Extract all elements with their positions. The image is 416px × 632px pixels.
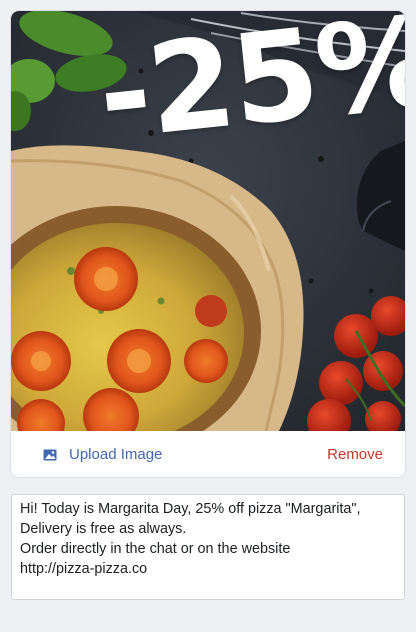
message-line: Order directly in the chat or on the web… — [20, 541, 291, 557]
remove-button[interactable]: Remove — [327, 446, 383, 463]
message-line: Hi! Today is Margarita Day, 25% off pizz… — [20, 501, 361, 517]
message-line: http://pizza-pizza.co — [20, 561, 148, 577]
image-icon — [43, 448, 57, 461]
message-textarea[interactable]: Hi! Today is Margarita Day, 25% off pizz… — [11, 494, 405, 600]
message-line: Delivery is free as always. — [20, 521, 187, 537]
discount-overlay-text: -25% — [91, 11, 405, 169]
image-actions-bar: Upload Image Remove — [11, 431, 405, 477]
image-card: -25% Upload Image Remove — [11, 11, 405, 477]
upload-image-label: Upload Image — [69, 445, 163, 463]
upload-image-button[interactable]: Upload Image — [43, 446, 162, 463]
promo-image: -25% — [11, 11, 405, 431]
